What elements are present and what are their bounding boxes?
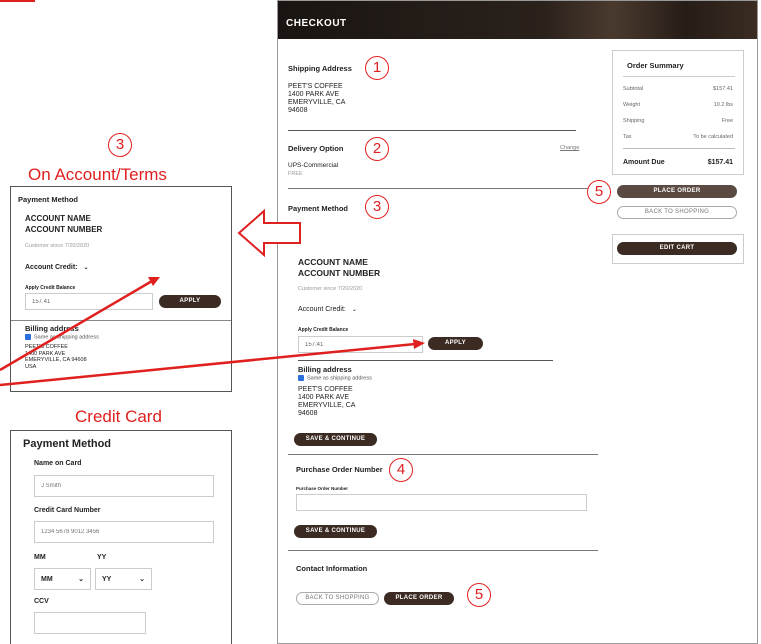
delivery-change-link[interactable]: Change [560,145,579,151]
on-account-since: Customer since 7/20/2020 [25,243,90,249]
divider [623,148,735,149]
chevron-down-icon: ⌄ [351,307,357,313]
divider [11,320,231,321]
account-number: ACCOUNT NUMBER [298,268,381,278]
order-summary-title: Order Summary [627,61,684,70]
summary-row-weight: Weight 10.2 lbs [623,102,733,108]
chevron-down-icon: ⌄ [139,576,145,583]
credit-card-caption: Credit Card [75,407,162,426]
on-account-title: Payment Method [18,195,79,204]
badge-one: 1 [365,56,389,80]
divider [288,130,576,131]
on-account-billing-address: PEET'S COFFEE 1400 PARK AVE EMERYVILLE, … [25,344,87,370]
summary-back-button[interactable]: BACK TO SHOPPING [617,206,737,219]
on-account-apply-label: Apply Credit Balance [25,285,76,291]
billing-title: Billing address [298,365,352,374]
delivery-title: Delivery Option [288,144,344,153]
divider [623,76,735,77]
po-title: Purchase Order Number [296,465,383,474]
checkout-page: CHECKOUT Shipping Address PEET'S COFFEE … [277,0,758,644]
account-name: ACCOUNT NAME [298,257,368,267]
billing-address: PEET'S COFFEE 1400 PARK AVE EMERYVILLE, … [298,386,356,417]
checkout-title: CHECKOUT [286,18,347,29]
badge-five-summary: 5 [587,180,611,204]
po-input[interactable] [296,494,587,511]
ccv-label: CCV [34,598,49,605]
on-account-name: ACCOUNT NAME [25,214,91,223]
shipping-address: PEET'S COFFEE 1400 PARK AVE EMERYVILLE, … [288,83,346,114]
credit-card-panel: Payment Method Name on Card Credit Card … [10,430,232,644]
top-accent-bar [0,0,35,2]
payment-title: Payment Method [288,204,349,213]
mm-label: MM [34,554,46,561]
yy-label: YY [97,554,107,561]
summary-row-tax: Tax To be calculated [623,134,733,140]
badge-two: 2 [365,137,389,161]
mm-select[interactable]: MM ⌄ [34,568,91,590]
chevron-down-icon: ⌄ [78,576,84,583]
divider [288,188,598,189]
shipping-title: Shipping Address [288,64,352,73]
ccv-input[interactable] [34,612,146,634]
apply-credit-input[interactable] [298,336,423,353]
on-account-caption: On Account/Terms [28,165,167,184]
card-name-label: Name on Card [34,460,82,467]
checkbox-checked-icon[interactable] [25,334,31,340]
on-account-same-as[interactable]: Same as shipping address [25,334,99,340]
card-number-input[interactable] [34,521,214,543]
po-save-button[interactable]: SAVE & CONTINUE [294,525,377,538]
yy-select[interactable]: YY ⌄ [95,568,152,590]
chevron-down-icon: ⌄ [83,265,89,271]
card-name-input[interactable] [34,475,214,497]
card-panel-title: Payment Method [23,438,112,450]
on-account-apply-button[interactable]: APPLY [159,295,221,308]
divider [288,454,598,455]
apply-button[interactable]: APPLY [428,337,483,350]
on-account-credit-toggle[interactable]: Account Credit: ⌄ [25,264,88,271]
same-as-shipping[interactable]: Same as shipping address [298,375,372,381]
on-account-apply-input[interactable] [25,293,153,310]
on-account-billing-title: Billing address [25,324,79,333]
badge-five-bottom: 5 [467,583,491,607]
divider [288,550,598,551]
contact-title: Contact Information [296,564,368,573]
delivery-method: UPS-Commercial [288,162,339,169]
delivery-price: FREE [288,171,303,177]
summary-amount-due: Amount Due $157.41 [623,159,733,166]
customer-since: Customer since 7/20/2020 [298,286,363,292]
checkbox-checked-icon[interactable] [298,375,304,381]
edit-cart-button[interactable]: EDIT CART [617,242,737,255]
apply-credit-label: Apply Credit Balance [298,327,349,333]
on-account-panel: Payment Method ACCOUNT NAME ACCOUNT NUMB… [10,186,232,392]
bottom-place-order-button[interactable]: PLACE ORDER [384,592,454,605]
summary-place-order-button[interactable]: PLACE ORDER [617,185,737,198]
account-credit-label: Account Credit: [298,306,346,313]
card-number-label: Credit Card Number [34,507,101,514]
on-account-credit-label: Account Credit: [25,264,78,271]
order-summary: Order Summary Subtotal $157.41 Weight 10.2… [612,50,744,175]
bottom-back-button[interactable]: BACK TO SHOPPING [296,592,379,605]
summary-row-subtotal: Subtotal $157.41 [623,86,733,92]
badge-four: 4 [389,458,413,482]
summary-row-shipping: Shipping Free [623,118,733,124]
po-label: Purchase Order Number [296,486,349,491]
account-credit-toggle[interactable]: Account Credit: ⌄ [298,306,357,313]
badge-three-main: 3 [365,195,389,219]
divider [298,360,553,361]
badge-three-caption: 3 [108,133,132,157]
checkout-header: CHECKOUT [278,1,757,39]
payment-save-button[interactable]: SAVE & CONTINUE [294,433,377,446]
on-account-number: ACCOUNT NUMBER [25,225,103,234]
